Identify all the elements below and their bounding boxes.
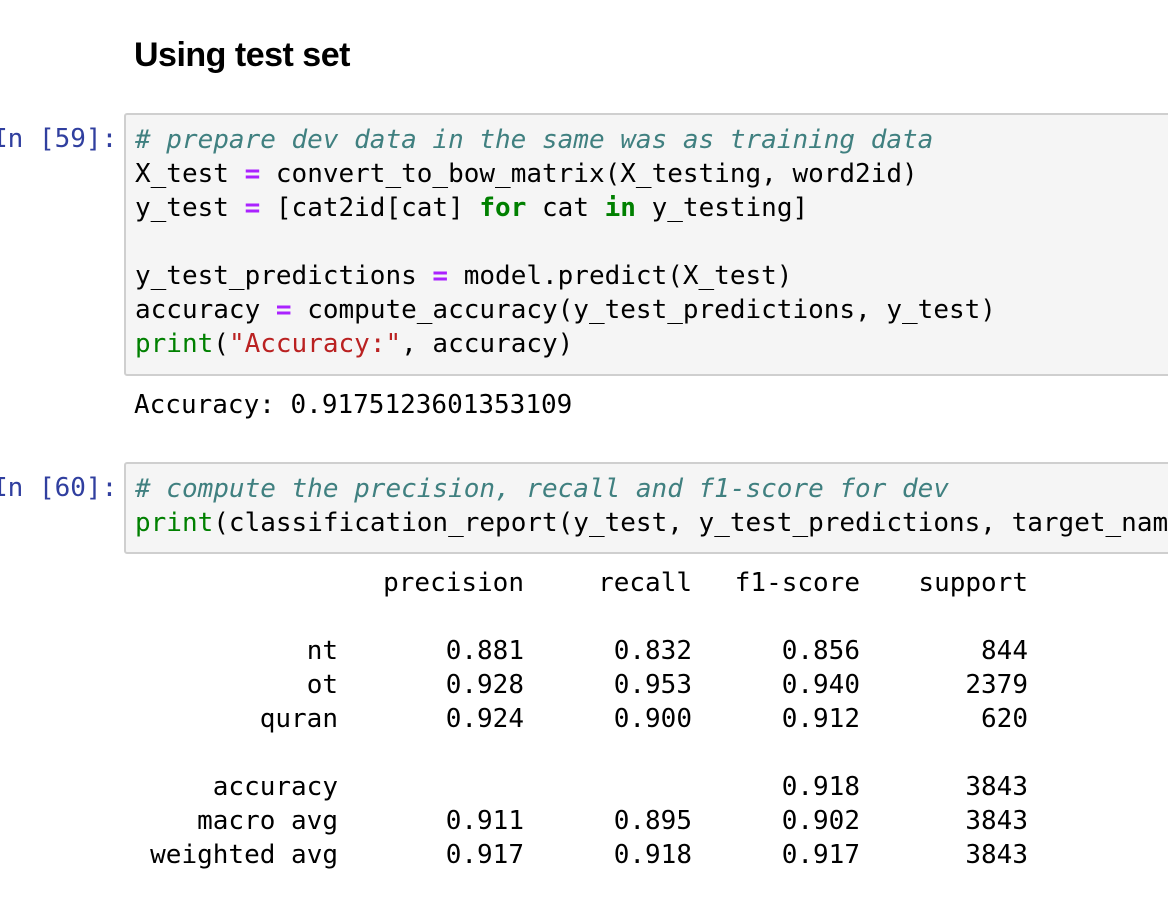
code-token-kw: in — [604, 193, 636, 223]
report-row-label: macro avg — [197, 806, 338, 836]
cell-60-code[interactable]: # compute the precision, recall and f1-s… — [135, 472, 1168, 540]
report-cell: 3843 — [965, 806, 1028, 836]
report-row-label: nt — [306, 636, 338, 666]
code-token-op: = — [432, 261, 449, 291]
report-cell: 3843 — [965, 772, 1028, 802]
report-cell: 0.832 — [613, 636, 692, 666]
report-cell: 0.917 — [445, 840, 524, 870]
report-cell: 0.917 — [781, 840, 860, 870]
report-cell: 844 — [981, 636, 1028, 666]
cell-59-output: Accuracy: 0.9175123601353109 — [134, 390, 573, 420]
cell-59-input[interactable]: # prepare dev data in the same was as tr… — [124, 113, 1168, 376]
report-cell: 0.881 — [445, 636, 524, 666]
code-token-cm: # prepare dev data in the same was as tr… — [135, 125, 934, 155]
report-row-label: ot — [306, 670, 338, 700]
report-cell: 0.900 — [613, 704, 692, 734]
code-token: (classification_report(y_test, y_test_pr… — [213, 508, 1168, 538]
report-cell: 0.912 — [781, 704, 860, 734]
code-token-op: = — [244, 193, 261, 223]
code-token-cm: # compute the precision, recall and f1-s… — [135, 474, 949, 504]
code-line: print("Accuracy:", accuracy) — [135, 327, 996, 361]
code-token-op: = — [275, 295, 292, 325]
code-token: model.predict(X_test) — [448, 261, 793, 291]
report-cell: 0.856 — [781, 636, 860, 666]
code-line: X_test = convert_to_bow_matrix(X_testing… — [135, 157, 996, 191]
code-token: X_test — [135, 159, 245, 189]
report-cell: recall — [598, 568, 692, 598]
report-cell: f1-score — [734, 568, 860, 598]
code-token: ( — [213, 329, 229, 359]
report-cell: 0.918 — [781, 772, 860, 802]
report-cell: 0.940 — [781, 670, 860, 700]
report-cell: support — [918, 568, 1028, 598]
code-token-kw: for — [479, 193, 527, 223]
report-cell: 0.953 — [613, 670, 692, 700]
report-row-label: accuracy — [212, 772, 338, 802]
code-line: y_test = [cat2id[cat] for cat in y_testi… — [135, 191, 996, 225]
cell-59-code[interactable]: # prepare dev data in the same was as tr… — [135, 123, 996, 361]
code-line: # compute the precision, recall and f1-s… — [135, 472, 1168, 506]
code-token-op: = — [244, 159, 261, 189]
section-heading: Using test set — [134, 36, 350, 74]
code-token: y_test_predictions — [135, 261, 433, 291]
report-cell: precision — [383, 568, 524, 598]
code-token: y_testing] — [635, 193, 809, 223]
code-token: [cat2id[cat] — [260, 193, 480, 223]
report-cell: 0.902 — [781, 806, 860, 836]
report-cell: 0.895 — [613, 806, 692, 836]
code-token: compute_accuracy(y_test_predictions, y_t… — [291, 295, 996, 325]
cell-60-prompt: In [60]: — [0, 473, 118, 503]
report-cell: 0.928 — [445, 670, 524, 700]
code-line: y_test_predictions = model.predict(X_tes… — [135, 259, 996, 293]
code-token: , accuracy) — [401, 329, 574, 359]
code-token: cat — [526, 193, 605, 223]
report-cell: 2379 — [965, 670, 1028, 700]
report-cell: 3843 — [965, 840, 1028, 870]
code-token: y_test — [135, 193, 245, 223]
code-token-bi: print — [135, 508, 214, 538]
code-token: accuracy — [135, 295, 276, 325]
code-token: convert_to_bow_matrix(X_testing, word2id… — [260, 159, 918, 189]
report-cell: 0.911 — [445, 806, 524, 836]
code-line: print(classification_report(y_test, y_te… — [135, 506, 1168, 540]
report-row-label: quran — [259, 704, 338, 734]
code-line: accuracy = compute_accuracy(y_test_predi… — [135, 293, 996, 327]
code-token-st: "Accuracy:" — [228, 329, 402, 359]
cell-59-prompt: In [59]: — [0, 124, 118, 154]
code-line: # prepare dev data in the same was as tr… — [135, 123, 996, 157]
report-row-label: weighted avg — [150, 840, 338, 870]
code-token-bi: print — [135, 329, 214, 359]
report-cell: 0.924 — [445, 704, 524, 734]
report-cell: 0.918 — [613, 840, 692, 870]
cell-60-input[interactable]: # compute the precision, recall and f1-s… — [124, 462, 1168, 554]
report-cell: 620 — [981, 704, 1028, 734]
